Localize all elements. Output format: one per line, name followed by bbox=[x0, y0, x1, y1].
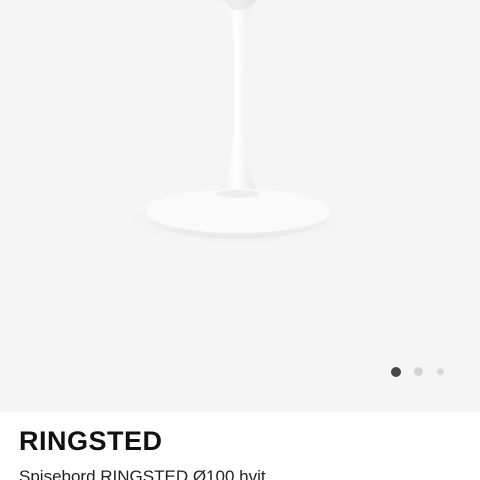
product-description: Spisebord RINGSTED Ø100 hvit bbox=[19, 467, 266, 480]
carousel-dot-active[interactable] bbox=[391, 367, 401, 377]
product-image[interactable] bbox=[0, 0, 480, 412]
carousel-dot[interactable] bbox=[414, 367, 423, 376]
carousel-pagination bbox=[0, 366, 480, 378]
product-image-gallery[interactable] bbox=[0, 0, 480, 412]
product-info: RINGSTED Spisebord RINGSTED Ø100 hvit bbox=[0, 412, 480, 480]
product-brand: RINGSTED bbox=[19, 426, 163, 456]
carousel-dot[interactable] bbox=[437, 368, 444, 375]
product-page: RINGSTED Spisebord RINGSTED Ø100 hvit bbox=[0, 0, 480, 480]
